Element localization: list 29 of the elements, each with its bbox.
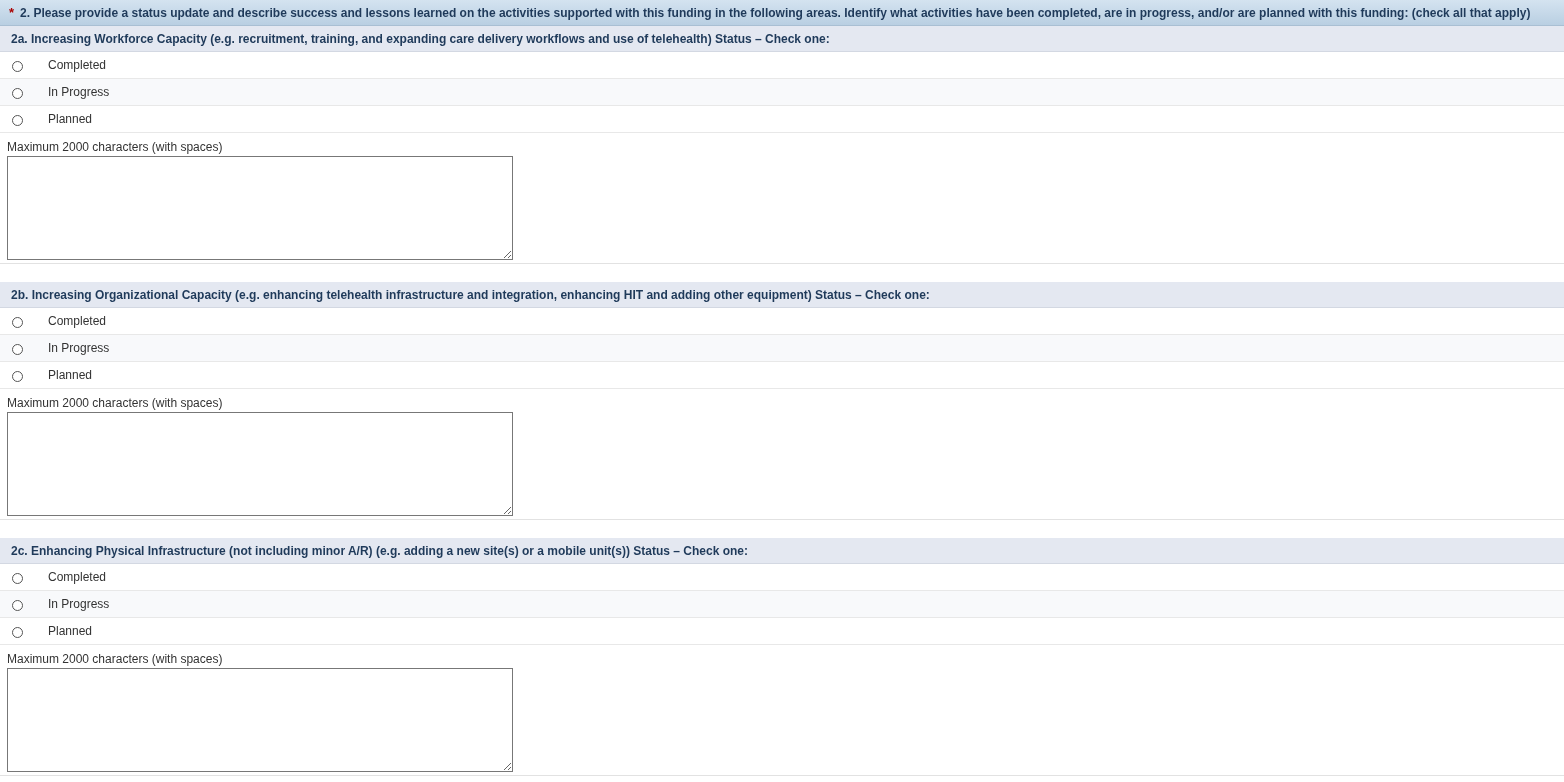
radio-label[interactable]: In Progress [48,85,110,99]
required-mark: * [9,5,15,20]
text-area[interactable] [7,156,513,260]
character-limit-note: Maximum 2000 characters (with spaces) [6,395,224,412]
radio-button[interactable] [12,572,23,584]
radio-label[interactable]: In Progress [48,597,110,611]
radio-button[interactable] [12,370,23,382]
radio-button[interactable] [12,114,23,126]
radio-label[interactable]: Planned [48,112,93,126]
text-area[interactable] [7,668,513,772]
character-limit-note: Maximum 2000 characters (with spaces) [6,651,224,668]
radio-button[interactable] [12,599,23,611]
radio-button[interactable] [12,60,23,72]
radio-button[interactable] [12,626,23,638]
radio-label[interactable]: In Progress [48,341,110,355]
section-heading: 2b. Increasing Organizational Capacity (e.g. enhancing telehealth infrastructure and integration, enhancing HIT and adding other equipment) Status – Check one: [0,282,1564,308]
radio-label[interactable]: Completed [48,570,107,584]
radio-label[interactable]: Completed [48,58,107,72]
character-limit-note: Maximum 2000 characters (with spaces) [6,139,224,156]
radio-button[interactable] [12,316,23,328]
question-text: 2. Please provide a status update and describe success and lessons learned on the activities supported with this funding in the following areas. Identify what activities have been completed, are in progress, and/or are planned with this funding: (check all that apply) [20,5,1531,20]
section-heading: 2c. Enhancing Physical Infrastructure (not including minor A/R) (e.g. adding a new site(s) or a mobile unit(s)) Status – Check one: [0,538,1564,564]
radio-label[interactable]: Completed [48,314,107,328]
radio-label[interactable]: Planned [48,368,93,382]
text-area[interactable] [7,412,513,516]
section-heading: 2a. Increasing Workforce Capacity (e.g. recruitment, training, and expanding care delivery workflows and use of telehealth) Status – Check one: [0,26,1564,52]
radio-button[interactable] [12,343,23,355]
radio-button[interactable] [12,87,23,99]
radio-label[interactable]: Planned [48,624,93,638]
